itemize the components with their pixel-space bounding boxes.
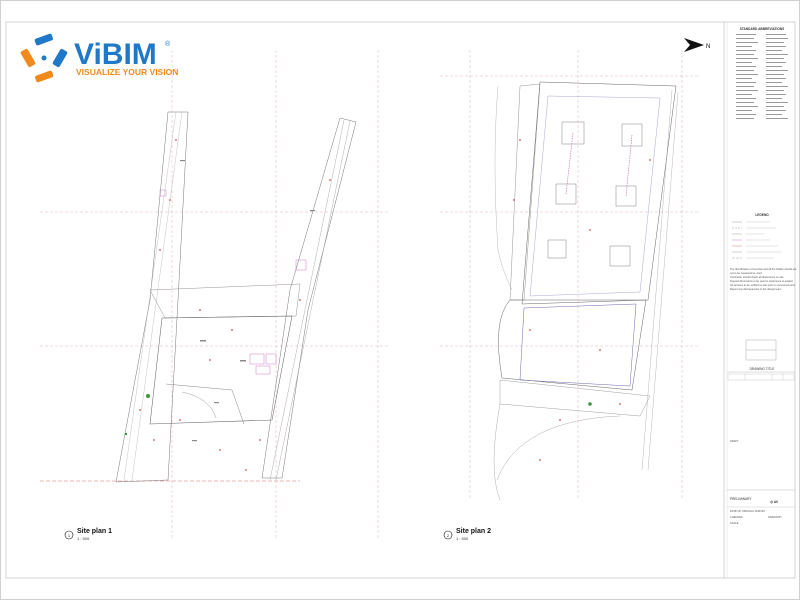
title-field: SCALE xyxy=(730,521,739,525)
sheet-size: @ A0 xyxy=(770,500,778,504)
title-field: CHECKED xyxy=(730,515,743,519)
note-line: All services to be verified on site prio… xyxy=(730,283,796,287)
title-field: DATE OF ORIGINAL SURVEY xyxy=(730,509,766,513)
note-line: The identification of services and all t… xyxy=(730,267,797,271)
view-scale-2: 1 : 500 xyxy=(456,536,469,541)
project-label: PRELIMINARY xyxy=(730,497,752,501)
status-label: DRAFT xyxy=(730,439,739,443)
logo-tagline: VISUALIZE YOUR VISION xyxy=(76,67,178,77)
note-line: Contractor should check all dimensions o… xyxy=(730,275,784,279)
note-line: Figured dimensions to be used in prefere… xyxy=(730,279,793,283)
view-name-2: Site plan 2 xyxy=(456,528,491,535)
view-name-1: Site plan 1 xyxy=(77,528,112,535)
drawing-title-label: DRAWING TITLE xyxy=(750,367,775,371)
company-logo: ViBIM ® VISUALIZE YOUR VISION xyxy=(20,33,178,83)
abbreviations-header: STANDARD ABBREVIATIONS xyxy=(740,27,785,31)
drawing-sheet: ViBIM ® VISUALIZE YOUR VISION N 1 Site p… xyxy=(0,0,800,600)
note-line: Report any discrepancies to the design t… xyxy=(730,287,782,291)
note-line: not to be measured or used. xyxy=(730,271,763,275)
logo-registered-mark: ® xyxy=(165,40,171,48)
legend-header: LEGEND xyxy=(755,213,769,217)
view-scale-1: 1 : 500 xyxy=(77,536,90,541)
title-field: DRAWN BY xyxy=(768,515,782,519)
north-label: N xyxy=(706,44,710,50)
